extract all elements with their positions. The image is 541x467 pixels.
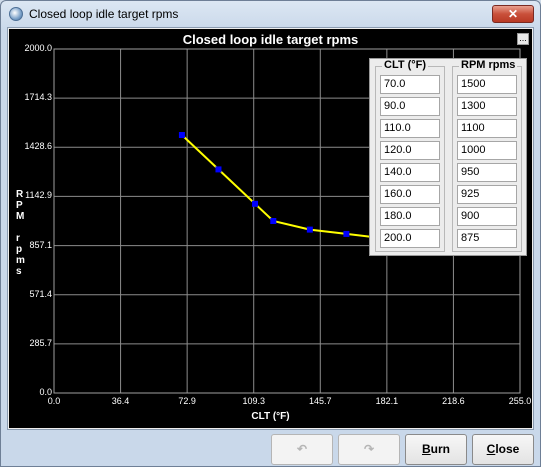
clt-value-cell[interactable]: 90.0: [380, 97, 440, 116]
undo-button[interactable]: ↶: [271, 434, 333, 465]
close-window-button[interactable]: ✕: [492, 5, 534, 23]
chart-title: Closed loop idle target rpms: [182, 32, 359, 47]
app-globe-icon: [9, 7, 23, 21]
clt-value-cell[interactable]: 140.0: [380, 163, 440, 182]
clt-value-cell[interactable]: 70.0: [380, 75, 440, 94]
title-bar: Closed loop idle target rpms ✕: [1, 1, 540, 27]
rpm-value-cell[interactable]: 1500: [457, 75, 517, 94]
rpm-curve-point[interactable]: [215, 166, 222, 173]
rpm-value-cell[interactable]: 925: [457, 185, 517, 204]
burn-button-mnemonic: B: [421, 442, 431, 456]
y-tick-label: 1714.3: [24, 92, 52, 103]
rpm-curve-point[interactable]: [178, 132, 185, 138]
rpm-value-cell[interactable]: 875: [457, 229, 517, 248]
x-tick-label: 182.1: [375, 396, 399, 406]
burn-button-label: urn: [430, 442, 450, 456]
rpm-curve-point[interactable]: [343, 230, 350, 237]
x-tick-label: 0.0: [47, 396, 61, 406]
rpm-value-cell[interactable]: 1300: [457, 97, 517, 116]
clt-column-group: CLT (°F) 70.0 90.0 110.0 120.0 140.0 160.0 180…: [375, 59, 445, 252]
close-button-label: lose: [495, 442, 520, 456]
close-button[interactable]: Close: [472, 434, 534, 465]
undo-arrow-icon: ↶: [296, 442, 308, 456]
x-tick-label: 145.7: [309, 396, 332, 406]
x-tick-label: 36.4: [111, 396, 130, 406]
rpm-value-cell[interactable]: 1000: [457, 141, 517, 160]
clt-value-cell[interactable]: 120.0: [380, 141, 440, 160]
clt-value-cell[interactable]: 160.0: [380, 185, 440, 204]
chart-menu-button[interactable]: ...: [517, 33, 529, 45]
rpm-value-cell[interactable]: 900: [457, 207, 517, 226]
redo-arrow-icon: ↷: [363, 442, 375, 456]
clt-column-header: CLT (°F): [382, 59, 429, 71]
window: Closed loop idle target rpms ✕ 0.0 285.7 5…: [0, 0, 541, 467]
clt-value-cell[interactable]: 110.0: [380, 119, 440, 138]
x-tick-label: 218.6: [442, 396, 465, 406]
y-tick-label: 857.1: [29, 239, 52, 250]
rpm-curve-point[interactable]: [252, 200, 259, 207]
x-tick-label: 109.3: [242, 396, 265, 406]
rpm-curve-point[interactable]: [270, 218, 277, 224]
rpm-value-cell[interactable]: 950: [457, 163, 517, 182]
button-bar: ↶ ↷ Burn Close: [1, 431, 540, 467]
window-title: Closed loop idle target rpms: [29, 7, 179, 21]
rpm-column-group: RPM rpms 1500 1300 1100 1000 950 925 900 875: [452, 59, 522, 252]
clt-value-cell[interactable]: 200.0: [380, 229, 440, 248]
y-tick-label: 285.7: [29, 337, 52, 348]
rpm-curve-chart[interactable]: 0.0 285.7 571.4 857.1 1142.9 1428.6 1714.3 2000…: [9, 29, 532, 428]
x-axis-label: CLT (°F): [251, 411, 290, 422]
y-tick-label: 1428.6: [24, 141, 52, 152]
burn-button[interactable]: Burn: [405, 434, 467, 465]
y-tick-label: 1142.9: [25, 190, 52, 201]
dialog-body: 0.0 285.7 571.4 857.1 1142.9 1428.6 1714.3 2000…: [7, 27, 534, 430]
x-tick-label: 255.0: [508, 396, 532, 406]
curve-table-panel: CLT (°F) 70.0 90.0 110.0 120.0 140.0 160.0 180…: [369, 58, 527, 256]
y-axis-label: R P M r p m s: [16, 189, 25, 277]
redo-button[interactable]: ↷: [338, 434, 400, 465]
x-tick-label: 72.9: [178, 396, 196, 406]
rpm-curve-point[interactable]: [306, 226, 313, 233]
rpm-value-cell[interactable]: 1100: [457, 119, 517, 138]
rpm-column-header: RPM rpms: [459, 59, 518, 71]
y-tick-label: 571.4: [29, 288, 52, 299]
clt-value-cell[interactable]: 180.0: [380, 207, 440, 226]
